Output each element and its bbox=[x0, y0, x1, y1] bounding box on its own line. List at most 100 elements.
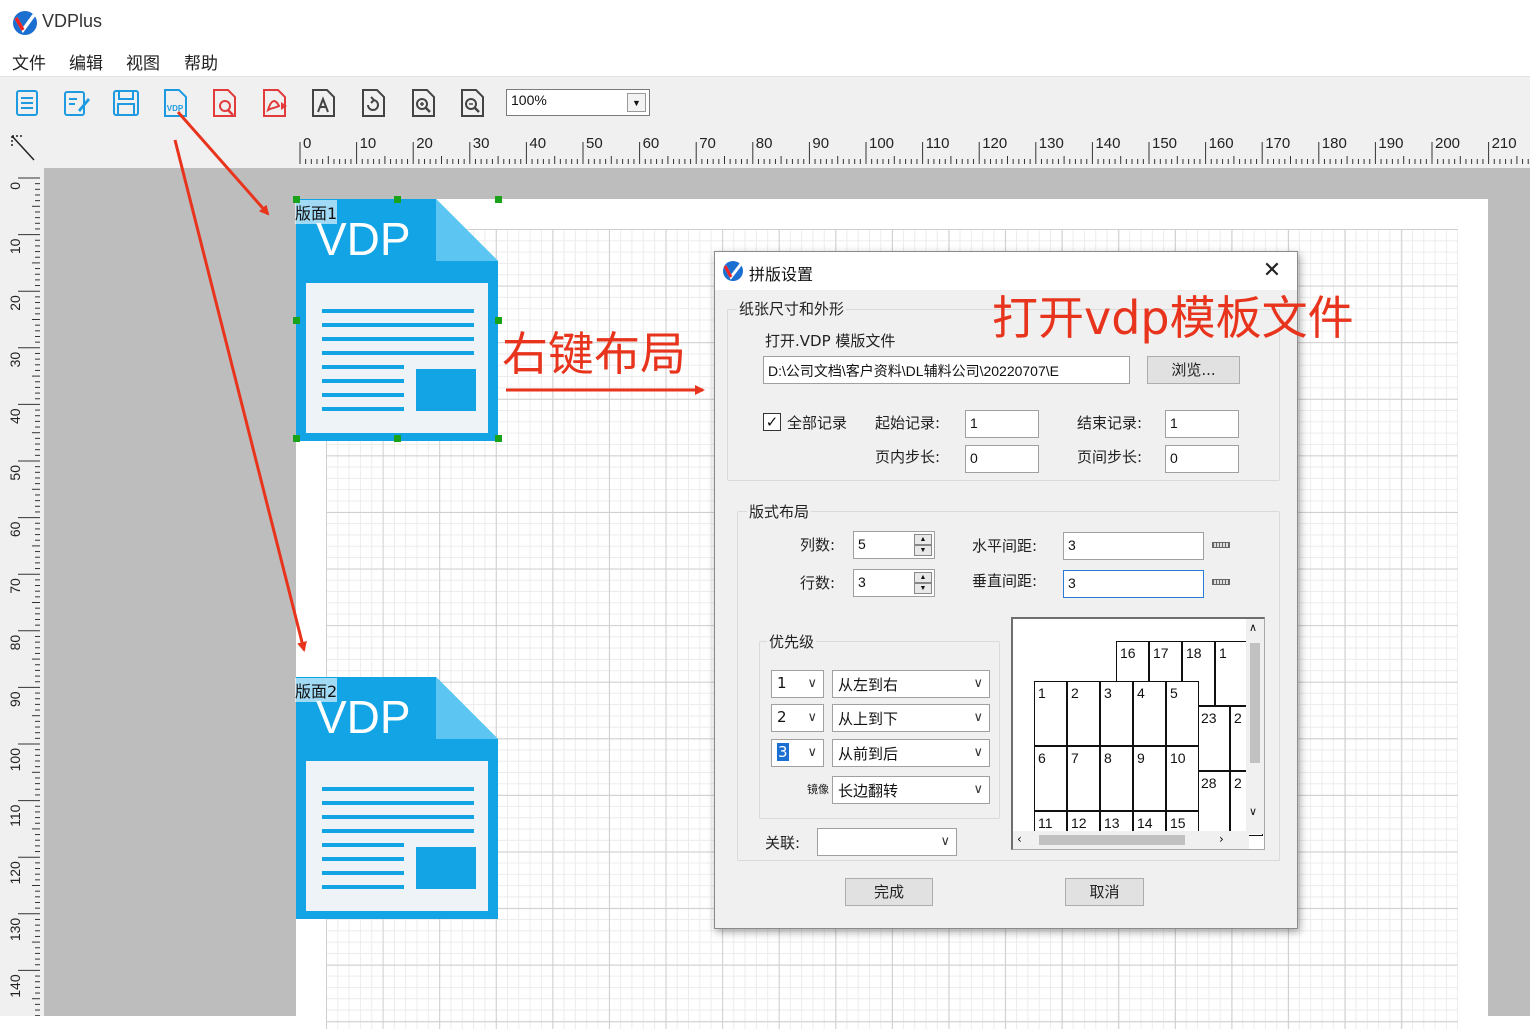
resize-handle[interactable] bbox=[495, 317, 502, 324]
resize-handle[interactable] bbox=[293, 196, 300, 203]
ruler-label: 70 bbox=[7, 578, 23, 594]
browse-button[interactable]: 浏览... bbox=[1147, 356, 1240, 384]
ok-button[interactable]: 完成 bbox=[845, 878, 933, 906]
zoom-select[interactable]: 100% ▼ bbox=[506, 89, 650, 116]
end-record-field[interactable]: 1 bbox=[1165, 410, 1239, 438]
plate-2-vdp-image[interactable]: VDP bbox=[296, 677, 500, 919]
ruler-label: 10 bbox=[360, 135, 377, 152]
ruler-label: 160 bbox=[1209, 135, 1234, 152]
chevron-up-icon[interactable]: ∧ bbox=[1249, 621, 1257, 634]
ruler-label: 30 bbox=[7, 352, 23, 368]
preview-horizontal-scrollbar[interactable]: ‹ › bbox=[1013, 831, 1249, 849]
ruler-label: 120 bbox=[982, 135, 1007, 152]
pointer-tool-icon bbox=[11, 135, 35, 161]
zoom-out-button[interactable] bbox=[454, 85, 490, 121]
file-path-field[interactable]: D:\公司文档\客户资料\DL辅料公司\20220707\E bbox=[763, 356, 1130, 384]
toolbar: VDP 100% ▼ bbox=[0, 76, 1530, 128]
resize-handle[interactable] bbox=[293, 435, 300, 442]
start-record-label: 起始记录: bbox=[875, 414, 941, 432]
mirror-label: 镜像 bbox=[807, 783, 829, 796]
chevron-left-icon[interactable]: ‹ bbox=[1017, 832, 1022, 846]
ruler-label: 80 bbox=[756, 135, 773, 152]
new-icon bbox=[16, 90, 38, 116]
scroll-thumb[interactable] bbox=[1250, 643, 1260, 763]
link-select[interactable]: ∨ bbox=[817, 828, 957, 856]
chevron-down-icon: ∨ bbox=[973, 782, 983, 797]
priority-3-number[interactable]: 3 ∨ bbox=[771, 739, 824, 767]
all-records-checkbox[interactable]: ✓ bbox=[763, 413, 781, 431]
chevron-down-icon: ∨ bbox=[807, 710, 817, 725]
ruler-unit-icon bbox=[1212, 542, 1230, 548]
new-button[interactable] bbox=[9, 85, 45, 121]
cancel-button[interactable]: 取消 bbox=[1065, 878, 1144, 906]
chevron-down-icon: ∨ bbox=[807, 745, 817, 760]
plate-1-vdp-image[interactable]: VDP bbox=[296, 199, 500, 441]
spin-down-icon[interactable]: ▼ bbox=[914, 583, 932, 594]
interpage-step-label: 页间步长: bbox=[1077, 448, 1143, 466]
priority-1-number[interactable]: 1 ∨ bbox=[771, 670, 824, 698]
rotate-button[interactable] bbox=[355, 85, 391, 121]
ruler-label: 200 bbox=[1435, 135, 1460, 152]
app-title: VDPlus bbox=[42, 11, 103, 31]
imposition-dialog: 拼版设置 ✕ 纸张尺寸和外形 打开.VDP 模版文件 D:\公司文档\客户资料\… bbox=[714, 251, 1298, 929]
save-button[interactable] bbox=[108, 85, 144, 121]
pdf-preview-button[interactable] bbox=[206, 85, 242, 121]
link-label: 关联: bbox=[765, 834, 801, 852]
resize-handle[interactable] bbox=[394, 435, 401, 442]
rows-spinner[interactable]: 3 ▲ ▼ bbox=[853, 569, 935, 597]
priority-3-direction[interactable]: 从前到后 ∨ bbox=[832, 739, 990, 767]
menu-view[interactable]: 视图 bbox=[126, 49, 160, 74]
ruler-label: 20 bbox=[7, 295, 23, 311]
resize-handle[interactable] bbox=[293, 317, 300, 324]
scroll-thumb[interactable] bbox=[1039, 835, 1185, 845]
layout-preview[interactable]: 16 17 18 1 23 2 28 2 1 2 3 4 5 6 7 8 9 10 11 12 13 14 15 ∧ ∨ ‹… bbox=[1011, 617, 1265, 850]
resize-handle[interactable] bbox=[394, 196, 401, 203]
spin-down-icon[interactable]: ▼ bbox=[914, 545, 932, 556]
hgap-field[interactable]: 3 bbox=[1063, 532, 1204, 560]
inpage-step-field[interactable]: 0 bbox=[965, 445, 1039, 473]
dialog-logo-icon bbox=[723, 261, 743, 281]
pdf-export-button[interactable] bbox=[256, 85, 292, 121]
chevron-down-icon: ∨ bbox=[973, 745, 983, 760]
ruler-corner[interactable] bbox=[0, 128, 44, 168]
preview-cell: 1 bbox=[1034, 681, 1067, 746]
priority-2-number[interactable]: 2 ∨ bbox=[771, 704, 824, 732]
spin-up-icon[interactable]: ▲ bbox=[914, 534, 932, 545]
interpage-step-field[interactable]: 0 bbox=[1165, 445, 1239, 473]
menu-file[interactable]: 文件 bbox=[12, 49, 46, 74]
preview-cell: 4 bbox=[1133, 681, 1166, 746]
ruler-label: 50 bbox=[7, 465, 23, 481]
vdp-file-button[interactable]: VDP bbox=[157, 85, 193, 121]
start-record-field[interactable]: 1 bbox=[965, 410, 1039, 438]
inpage-step-label: 页内步长: bbox=[875, 448, 941, 466]
vdp-file-icon: VDP bbox=[164, 89, 187, 117]
preview-cell: 2 bbox=[1067, 681, 1100, 746]
edit-button[interactable] bbox=[58, 85, 94, 121]
preview-vertical-scrollbar[interactable]: ∧ ∨ bbox=[1246, 619, 1264, 834]
mirror-select[interactable]: 长边翻转 ∨ bbox=[832, 776, 990, 804]
resize-handle[interactable] bbox=[495, 435, 502, 442]
preview-cell: 6 bbox=[1034, 746, 1067, 811]
priority-1-direction[interactable]: 从左到右 ∨ bbox=[832, 670, 990, 698]
cols-spinner[interactable]: 5 ▲ ▼ bbox=[853, 531, 935, 559]
zoom-out-icon bbox=[461, 89, 484, 117]
save-icon bbox=[113, 90, 139, 116]
vgap-field[interactable]: 3 bbox=[1063, 570, 1204, 598]
chevron-down-icon[interactable]: ∨ bbox=[1249, 805, 1257, 818]
chevron-right-icon[interactable]: › bbox=[1219, 832, 1224, 846]
priority-2-direction[interactable]: 从上到下 ∨ bbox=[832, 704, 990, 732]
zoom-in-button[interactable] bbox=[405, 85, 441, 121]
spin-up-icon[interactable]: ▲ bbox=[914, 572, 932, 583]
close-icon[interactable]: ✕ bbox=[1259, 258, 1285, 284]
menu-help[interactable]: 帮助 bbox=[184, 49, 218, 74]
pdf-export-icon bbox=[263, 89, 287, 117]
chevron-down-icon[interactable]: ▼ bbox=[627, 93, 646, 112]
chevron-down-icon: ∨ bbox=[807, 676, 817, 691]
resize-handle[interactable] bbox=[495, 196, 502, 203]
menu-edit[interactable]: 编辑 bbox=[69, 49, 103, 74]
text-button[interactable] bbox=[305, 85, 341, 121]
ruler-label: 190 bbox=[1378, 135, 1403, 152]
mirror-value: 长边翻转 bbox=[838, 782, 899, 800]
check-icon: ✓ bbox=[765, 413, 779, 431]
ruler-label: 40 bbox=[7, 408, 23, 424]
